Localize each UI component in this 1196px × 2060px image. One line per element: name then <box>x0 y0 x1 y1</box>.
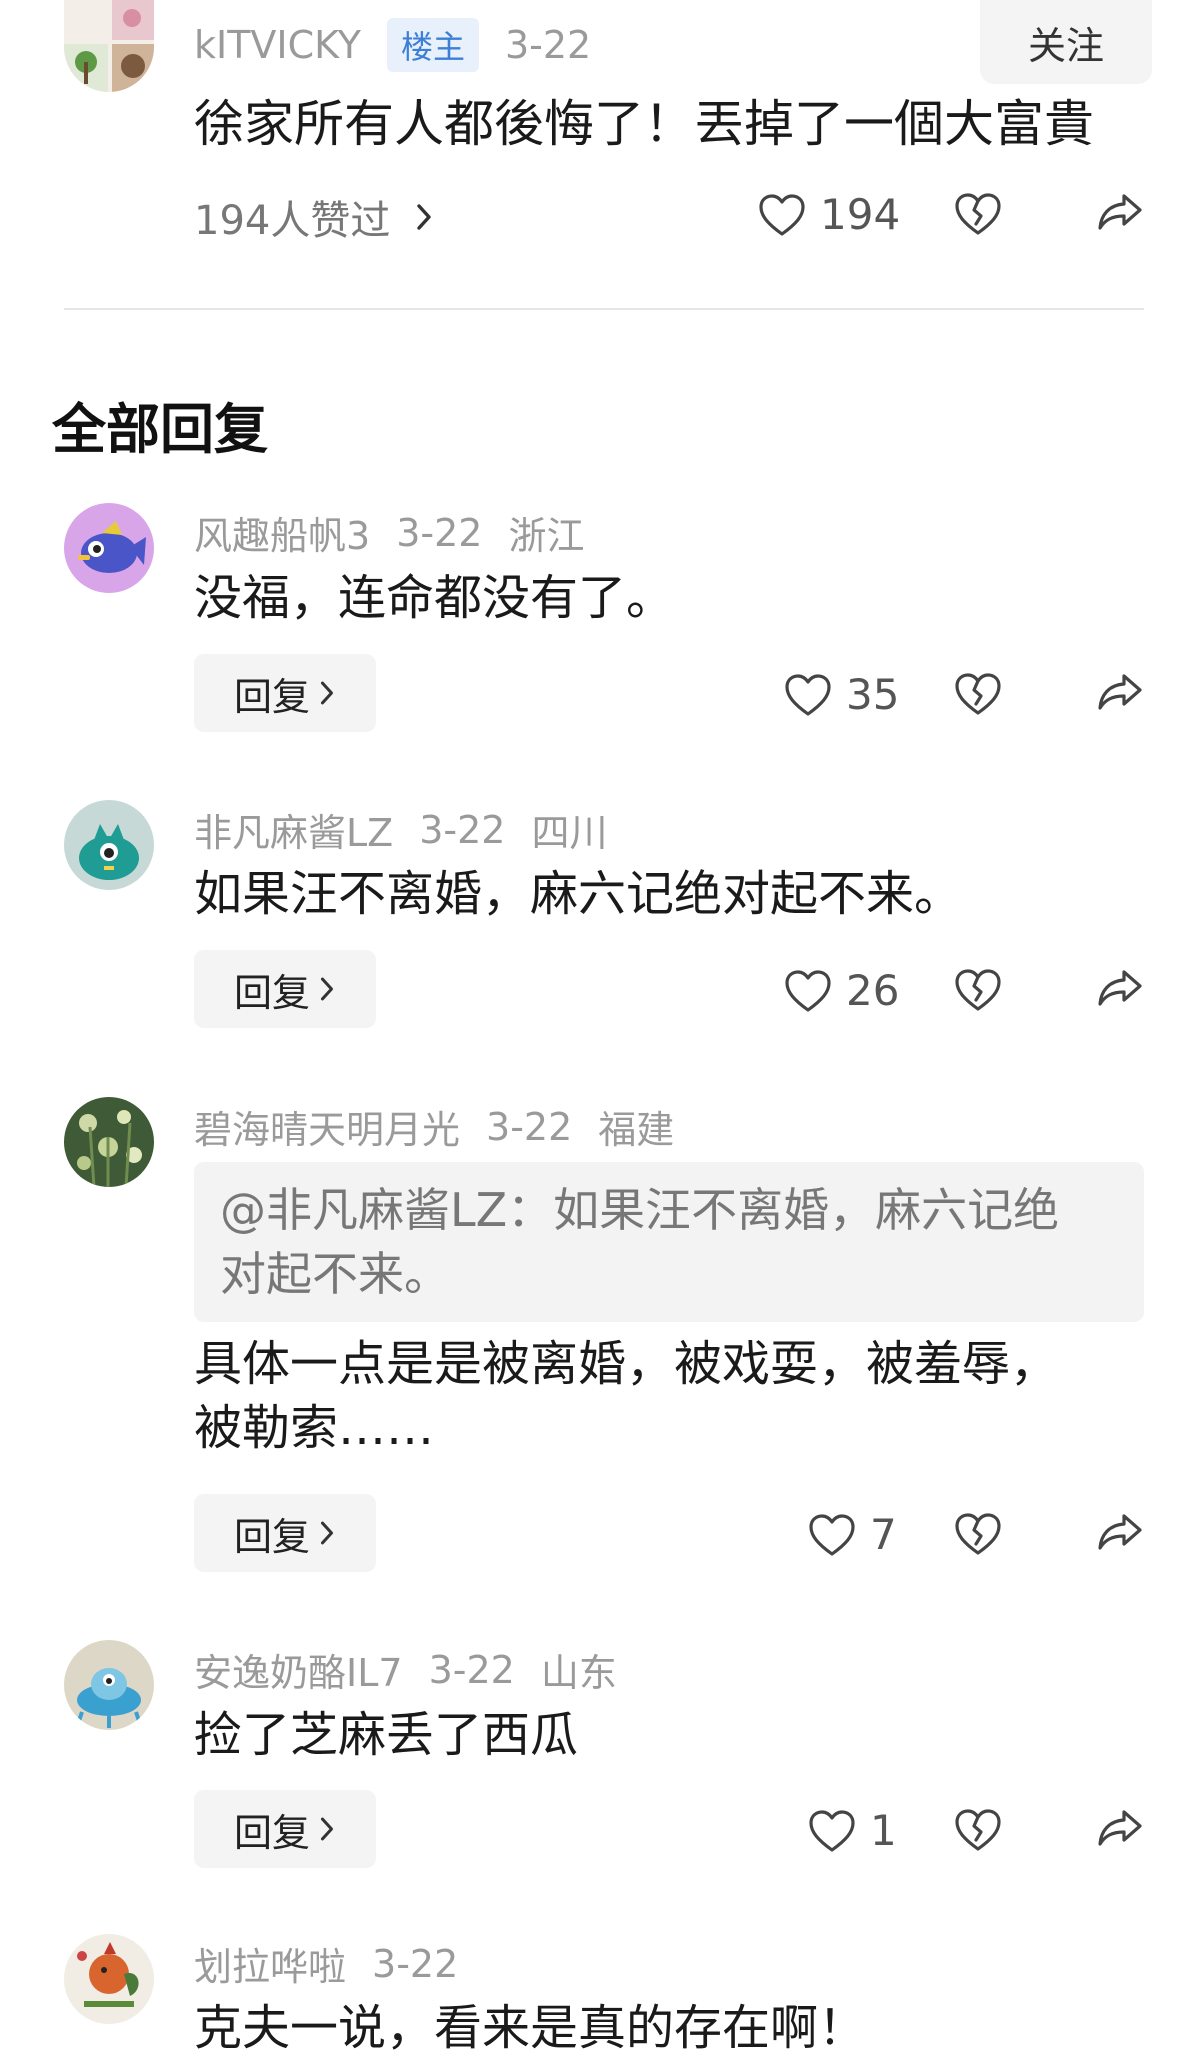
comment-text: 如果汪不离婚，麻六记绝对起不来。 <box>194 866 963 922</box>
comment-location: 浙江 <box>508 514 585 558</box>
avatar[interactable] <box>64 1097 154 1187</box>
broken-heart-icon <box>954 192 1002 236</box>
avatar[interactable] <box>64 1640 154 1730</box>
comment-location: 山东 <box>540 1651 617 1695</box>
comment-meta: 安逸奶酪IL7 3-22 山东 <box>194 1642 617 1697</box>
comment-text-line: 被勒索…… <box>194 1400 435 1456</box>
reply-label: 回复 <box>233 674 310 719</box>
op-like-count: 194 <box>820 190 901 239</box>
comment-meta: 非凡麻酱LZ 3-22 四川 <box>194 802 607 857</box>
chevron-right-icon <box>318 1519 336 1547</box>
op-date: 3-22 <box>504 23 592 67</box>
broken-heart-icon <box>954 672 1002 716</box>
host-badge: 楼主 <box>386 18 479 72</box>
op-dislike-button[interactable] <box>954 192 1002 236</box>
comment-text: 没福，连命都没有了。 <box>194 570 675 626</box>
comment-text: 具体一点是是被离婚，被戏耍，被羞辱， 被勒索…… <box>194 1332 1058 1460</box>
heart-icon <box>784 673 832 717</box>
comment-username[interactable]: 碧海晴天明月光 <box>194 1099 460 1154</box>
comment-date: 3-22 <box>428 1647 515 1692</box>
comment-username[interactable]: 非凡麻酱LZ <box>194 802 393 857</box>
like-count: 1 <box>870 1806 897 1855</box>
divider <box>64 308 1144 310</box>
comment-date: 3-22 <box>419 807 506 852</box>
broken-heart-icon <box>954 968 1002 1012</box>
liked-by-link[interactable]: 194人赞过 <box>194 188 434 246</box>
share-button[interactable] <box>1096 1806 1144 1850</box>
dislike-button[interactable] <box>954 1808 1002 1852</box>
comment-username[interactable]: 风趣船帆3 <box>194 505 370 560</box>
comment-username[interactable]: 划拉哗啦 <box>194 1936 346 1991</box>
like-button[interactable]: 26 <box>784 966 899 1015</box>
heart-icon <box>808 1513 856 1557</box>
op-meta-row: kITVICKY 楼主 3-22 <box>194 18 591 72</box>
comment-date: 3-22 <box>396 510 483 555</box>
reply-label: 回复 <box>233 1514 310 1559</box>
comment-date: 3-22 <box>486 1104 573 1149</box>
follow-button[interactable]: 关注 <box>980 0 1152 84</box>
comment-text: 捡了芝麻丢了西瓜 <box>194 1707 579 1763</box>
chevron-right-icon <box>318 679 336 707</box>
comment-location: 四川 <box>531 811 608 855</box>
chevron-right-icon <box>414 202 434 232</box>
reply-label: 回复 <box>233 970 310 1015</box>
op-text: 徐家所有人都後悔了！丟掉了一個大富貴 <box>194 95 1094 153</box>
heart-icon <box>758 193 806 237</box>
quoted-reply[interactable]: @非凡麻酱LZ：如果汪不离婚，麻六记绝 对起不来。 <box>194 1162 1144 1322</box>
heart-icon <box>784 969 832 1013</box>
heart-icon <box>808 1809 856 1853</box>
share-button[interactable] <box>1096 1510 1144 1554</box>
like-count: 35 <box>846 670 900 719</box>
comment-meta: 风趣船帆3 3-22 浙江 <box>194 505 584 560</box>
dislike-button[interactable] <box>954 968 1002 1012</box>
share-icon <box>1096 190 1144 234</box>
broken-heart-icon <box>954 1808 1002 1852</box>
share-icon <box>1096 1510 1144 1554</box>
share-icon <box>1096 966 1144 1010</box>
chevron-right-icon <box>318 1815 336 1843</box>
op-share-button[interactable] <box>1096 190 1144 234</box>
reply-button[interactable]: 回复 <box>194 950 376 1028</box>
share-icon <box>1096 1806 1144 1850</box>
share-icon <box>1096 670 1144 714</box>
dislike-button[interactable] <box>954 672 1002 716</box>
comment-date: 3-22 <box>372 1941 459 1986</box>
liked-by-text: 194人赞过 <box>194 198 391 244</box>
op-username[interactable]: kITVICKY <box>194 23 361 67</box>
reply-button[interactable]: 回复 <box>194 1494 376 1572</box>
avatar[interactable] <box>64 800 154 890</box>
like-button[interactable]: 7 <box>808 1510 897 1559</box>
chevron-right-icon <box>318 975 336 1003</box>
broken-heart-icon <box>954 1512 1002 1556</box>
reply-label: 回复 <box>233 1810 310 1855</box>
comment-text-line: 具体一点是是被离婚，被戏耍，被羞辱， <box>194 1336 1059 1392</box>
section-title: 全部回复 <box>52 398 268 461</box>
share-button[interactable] <box>1096 670 1144 714</box>
dislike-button[interactable] <box>954 1512 1002 1556</box>
like-count: 26 <box>846 966 900 1015</box>
comment-text: 克夫一说，看来是真的存在啊！ <box>194 2000 867 2056</box>
quoted-text-line: @非凡麻酱LZ：如果汪不离婚，麻六记绝 <box>220 1183 1060 1237</box>
comment-meta: 碧海晴天明月光 3-22 福建 <box>194 1099 674 1154</box>
like-button[interactable]: 1 <box>808 1806 897 1855</box>
like-count: 7 <box>870 1510 897 1559</box>
op-like-button[interactable]: 194 <box>758 190 900 239</box>
comment-username[interactable]: 安逸奶酪IL7 <box>194 1642 403 1697</box>
comment-location: 福建 <box>598 1108 675 1152</box>
quoted-text-line: 对起不来。 <box>220 1247 450 1301</box>
avatar[interactable] <box>64 503 154 593</box>
share-button[interactable] <box>1096 966 1144 1010</box>
reply-button[interactable]: 回复 <box>194 654 376 732</box>
avatar[interactable] <box>64 1934 154 2024</box>
reply-button[interactable]: 回复 <box>194 1790 376 1868</box>
avatar-op[interactable] <box>64 0 154 92</box>
comment-meta: 划拉哗啦 3-22 <box>194 1936 458 1991</box>
like-button[interactable]: 35 <box>784 670 899 719</box>
